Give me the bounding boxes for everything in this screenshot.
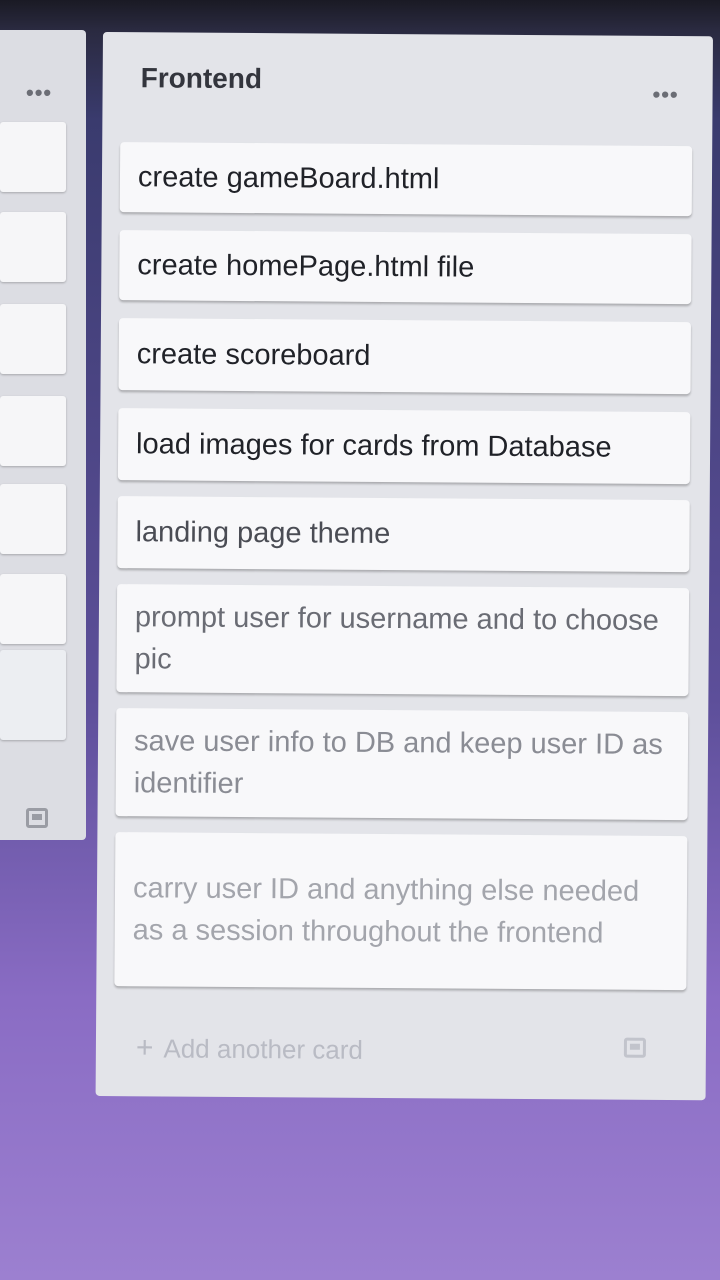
list-header: Frontend •••	[102, 32, 713, 136]
card-title: landing page theme	[135, 516, 391, 551]
card-stub[interactable]	[0, 122, 66, 192]
card[interactable]: carry user ID and anything else needed a…	[114, 832, 688, 991]
board: ••• Frontend ••• create gameBoard.html c…	[0, 0, 720, 1280]
card-title: create homePage.html file	[137, 249, 475, 284]
card-stub[interactable]	[0, 304, 66, 374]
card[interactable]: create homePage.html file	[119, 230, 692, 305]
card-stub[interactable]	[0, 212, 66, 282]
card-stub[interactable]	[0, 574, 66, 644]
card-title: carry user ID and anything else needed a…	[132, 872, 640, 950]
card-template-icon[interactable]	[623, 1037, 646, 1058]
ellipsis-icon[interactable]: •••	[26, 82, 52, 104]
card[interactable]: prompt user for username and to choose p…	[116, 584, 690, 697]
card-template-icon[interactable]	[26, 808, 48, 828]
card[interactable]: load images for cards from Database	[117, 408, 691, 485]
add-card-button[interactable]: + Add another card	[136, 1028, 596, 1071]
ellipsis-icon[interactable]: •••	[652, 82, 678, 107]
plus-icon: +	[135, 1031, 154, 1065]
card[interactable]: save user info to DB and keep user ID as…	[115, 708, 689, 821]
card[interactable]: create scoreboard	[118, 318, 691, 395]
card-title: save user info to DB and keep user ID as…	[133, 725, 663, 800]
card-stub[interactable]	[0, 650, 66, 740]
card-stub[interactable]	[0, 396, 66, 466]
card-title: create scoreboard	[136, 338, 371, 372]
card-title: prompt user for username and to choose p…	[134, 601, 659, 676]
card-stub[interactable]	[0, 484, 66, 554]
add-card-label: Add another card	[163, 1032, 364, 1065]
list-left-partial: •••	[0, 30, 86, 840]
card-title: load images for cards from Database	[136, 428, 612, 464]
list-frontend: Frontend ••• create gameBoard.html creat…	[95, 32, 713, 1101]
card[interactable]: landing page theme	[117, 496, 690, 573]
list-title[interactable]: Frontend	[141, 62, 263, 95]
card[interactable]: create gameBoard.html	[119, 142, 693, 217]
card-title: create gameBoard.html	[137, 161, 440, 196]
